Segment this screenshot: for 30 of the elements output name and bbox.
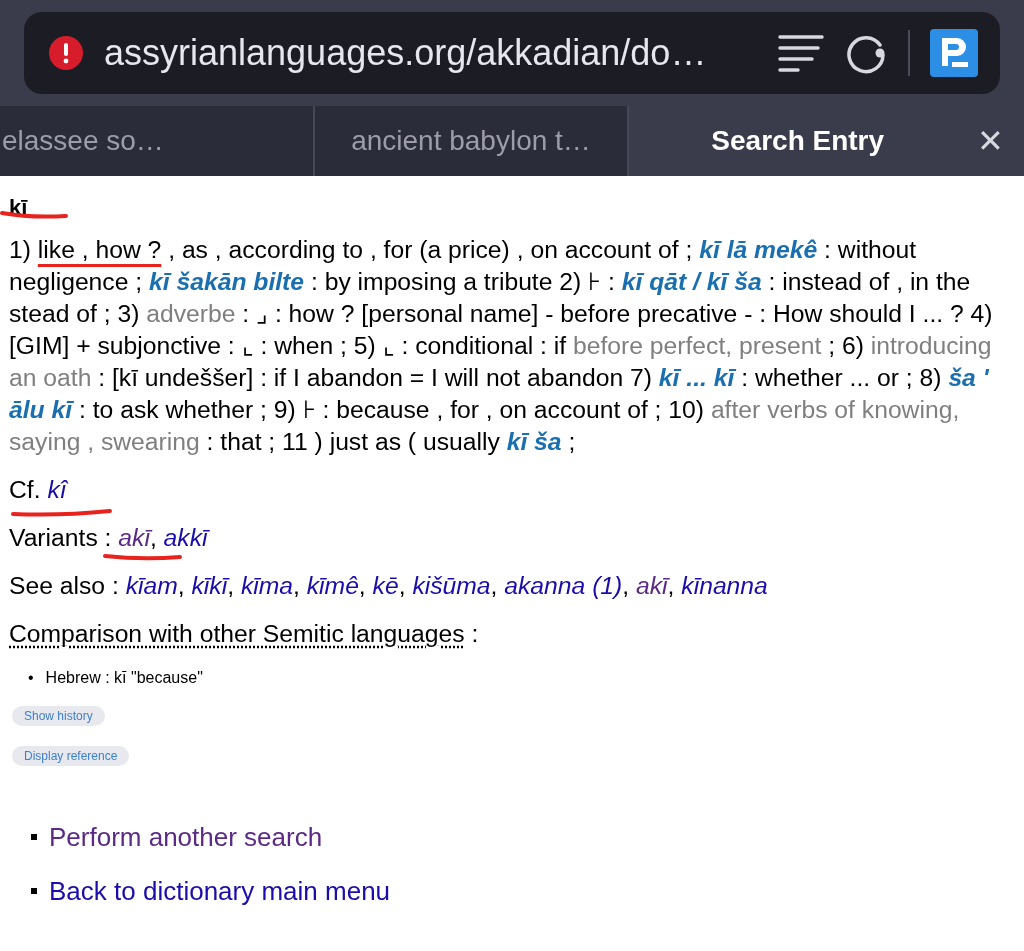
reader-icon[interactable] (778, 33, 824, 73)
nav-link[interactable]: Perform another search (49, 822, 323, 852)
entry-link[interactable]: akanna (1) (504, 572, 623, 599)
nav-link[interactable]: Back to dictionary main menu (49, 876, 391, 906)
bullet-text: • (28, 668, 34, 688)
entry-link[interactable]: kīmê (306, 572, 359, 599)
comparison-heading: Comparison with other Semitic languages (9, 619, 465, 649)
entry-link[interactable]: kīam (125, 572, 178, 599)
entry-link[interactable]: akkī (163, 524, 208, 551)
bullet-icon (31, 834, 37, 840)
variants-line: Variants : akī, akkī (9, 523, 208, 553)
entry-link[interactable]: kî (47, 476, 67, 503)
bullet-icon (31, 888, 37, 894)
address-bar[interactable]: assyrianlanguages.org/akkadian/do… (24, 12, 1000, 94)
comparison-item: Hebrew : kī "because" (45, 668, 203, 688)
entry-link[interactable]: akī (636, 572, 668, 599)
browser-tab[interactable]: Search Entry ✕ (629, 106, 1024, 176)
entry-link[interactable]: kīnanna (681, 572, 768, 599)
cf-line: Cf. kî (9, 475, 67, 505)
definition-text: 1) like , how ? , as , according to , for (a price) , on account of ; kī lā mekê : without negligence ; kī šakān bilte : by imposing a tribute 2) ⊦ : kī qāt / kī ša : instead of , in the stead of ; 3) adverbe : ⌟ : how ? [personal name] - before precative - : How should I ... ? 4) [GIM] + subjonctive : ⌞ : when ; 5) ⌞ : conditional : if before perfect, present ; 6) introducing an oath : [kī undeššer] : if I abandon = I will not abandon 7) kī ... kī : whether ... or ; 8) ša ' ālu kī : to ask whether ; 9) ⊦ : because , for , on account of ; 10) after verbs of knowing, saying , swearing : that ; 11 ) just as ( usually kī ša ; (9, 235, 994, 457)
see-also-line: See also : kīam, kīkī, kīma, kīmê, kē, kišūma, akanna (1), akī, kīnanna (9, 571, 768, 601)
entry-link[interactable]: kišūma (412, 572, 491, 599)
entry-link[interactable]: kīkī (191, 572, 228, 599)
pill-button[interactable]: Show history (12, 706, 105, 726)
close-tab-button[interactable]: ✕ (977, 117, 1004, 165)
entry-link[interactable]: kē (372, 572, 399, 599)
colon-text: : (470, 619, 479, 649)
entry-link[interactable]: kīma (240, 572, 293, 599)
browser-tab[interactable]: elassee so… (0, 106, 315, 176)
extension-icon[interactable] (930, 29, 978, 77)
